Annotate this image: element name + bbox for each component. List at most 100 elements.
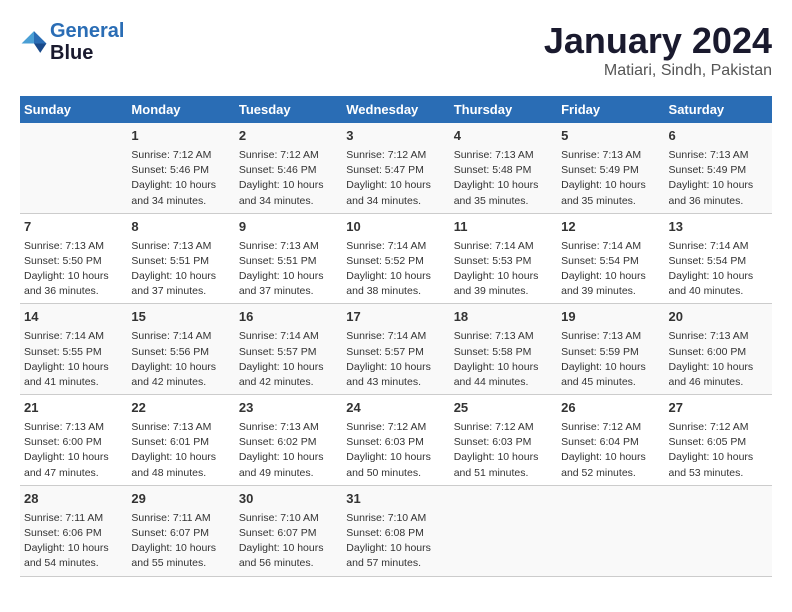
day-info: Sunrise: 7:13 AM xyxy=(239,420,338,435)
day-info: Sunset: 5:50 PM xyxy=(24,254,123,269)
day-info: Daylight: 10 hours xyxy=(24,541,123,556)
day-cell: 3Sunrise: 7:12 AMSunset: 5:47 PMDaylight… xyxy=(342,123,449,213)
day-info: Daylight: 10 hours xyxy=(131,450,230,465)
day-info: Sunset: 6:03 PM xyxy=(346,435,445,450)
day-cell: 26Sunrise: 7:12 AMSunset: 6:04 PMDayligh… xyxy=(557,395,664,486)
day-info: Sunset: 5:47 PM xyxy=(346,163,445,178)
day-number: 22 xyxy=(131,399,230,418)
day-info: Sunrise: 7:12 AM xyxy=(346,420,445,435)
day-cell: 19Sunrise: 7:13 AMSunset: 5:59 PMDayligh… xyxy=(557,304,664,395)
day-info: Sunrise: 7:11 AM xyxy=(131,511,230,526)
day-number: 18 xyxy=(454,308,553,327)
day-number: 25 xyxy=(454,399,553,418)
day-info: Sunrise: 7:14 AM xyxy=(346,329,445,344)
day-cell: 7Sunrise: 7:13 AMSunset: 5:50 PMDaylight… xyxy=(20,213,127,304)
logo-icon xyxy=(20,28,48,56)
day-number: 21 xyxy=(24,399,123,418)
day-number: 17 xyxy=(346,308,445,327)
day-info: Sunrise: 7:10 AM xyxy=(239,511,338,526)
day-info: Daylight: 10 hours xyxy=(346,541,445,556)
day-info: Sunrise: 7:11 AM xyxy=(24,511,123,526)
day-info: Daylight: 10 hours xyxy=(239,360,338,375)
day-info: and 48 minutes. xyxy=(131,466,230,481)
header-friday: Friday xyxy=(557,96,664,123)
day-info: Sunrise: 7:12 AM xyxy=(239,148,338,163)
day-number: 14 xyxy=(24,308,123,327)
day-cell: 4Sunrise: 7:13 AMSunset: 5:48 PMDaylight… xyxy=(450,123,557,213)
day-info: Sunset: 5:59 PM xyxy=(561,345,660,360)
day-cell: 12Sunrise: 7:14 AMSunset: 5:54 PMDayligh… xyxy=(557,213,664,304)
day-info: Sunrise: 7:13 AM xyxy=(131,420,230,435)
day-cell: 15Sunrise: 7:14 AMSunset: 5:56 PMDayligh… xyxy=(127,304,234,395)
day-info: and 36 minutes. xyxy=(24,284,123,299)
day-cell: 23Sunrise: 7:13 AMSunset: 6:02 PMDayligh… xyxy=(235,395,342,486)
day-cell: 25Sunrise: 7:12 AMSunset: 6:03 PMDayligh… xyxy=(450,395,557,486)
day-info: and 47 minutes. xyxy=(24,466,123,481)
day-info: Sunrise: 7:13 AM xyxy=(131,239,230,254)
day-info: Sunset: 5:57 PM xyxy=(239,345,338,360)
day-info: and 36 minutes. xyxy=(669,194,768,209)
day-info: Sunrise: 7:13 AM xyxy=(561,148,660,163)
day-info: Sunrise: 7:13 AM xyxy=(561,329,660,344)
day-info: Daylight: 10 hours xyxy=(669,178,768,193)
day-cell: 11Sunrise: 7:14 AMSunset: 5:53 PMDayligh… xyxy=(450,213,557,304)
day-number: 1 xyxy=(131,127,230,146)
day-info: Sunrise: 7:12 AM xyxy=(131,148,230,163)
day-number: 16 xyxy=(239,308,338,327)
day-cell xyxy=(450,485,557,576)
day-info: Sunrise: 7:13 AM xyxy=(669,148,768,163)
day-info: Sunset: 5:55 PM xyxy=(24,345,123,360)
day-cell xyxy=(20,123,127,213)
day-cell: 29Sunrise: 7:11 AMSunset: 6:07 PMDayligh… xyxy=(127,485,234,576)
logo-blue: Blue xyxy=(50,42,93,64)
day-info: Sunrise: 7:13 AM xyxy=(669,329,768,344)
day-info: Daylight: 10 hours xyxy=(454,450,553,465)
day-info: Daylight: 10 hours xyxy=(346,360,445,375)
day-info: Sunset: 6:07 PM xyxy=(131,526,230,541)
day-info: Daylight: 10 hours xyxy=(561,269,660,284)
day-number: 29 xyxy=(131,490,230,509)
day-number: 8 xyxy=(131,218,230,237)
day-cell: 5Sunrise: 7:13 AMSunset: 5:49 PMDaylight… xyxy=(557,123,664,213)
day-info: and 37 minutes. xyxy=(131,284,230,299)
day-cell: 17Sunrise: 7:14 AMSunset: 5:57 PMDayligh… xyxy=(342,304,449,395)
day-cell: 24Sunrise: 7:12 AMSunset: 6:03 PMDayligh… xyxy=(342,395,449,486)
day-info: and 42 minutes. xyxy=(131,375,230,390)
day-info: Sunrise: 7:14 AM xyxy=(131,329,230,344)
day-info: Sunset: 6:06 PM xyxy=(24,526,123,541)
day-number: 7 xyxy=(24,218,123,237)
day-info: Sunrise: 7:14 AM xyxy=(669,239,768,254)
day-info: Sunset: 6:04 PM xyxy=(561,435,660,450)
location-subtitle: Matiari, Sindh, Pakistan xyxy=(544,62,772,80)
day-info: Daylight: 10 hours xyxy=(24,269,123,284)
day-info: Sunset: 5:46 PM xyxy=(131,163,230,178)
day-number: 11 xyxy=(454,218,553,237)
day-cell: 10Sunrise: 7:14 AMSunset: 5:52 PMDayligh… xyxy=(342,213,449,304)
day-info: Sunrise: 7:14 AM xyxy=(346,239,445,254)
day-number: 6 xyxy=(669,127,768,146)
logo: General Blue xyxy=(20,20,124,64)
day-info: Sunset: 5:46 PM xyxy=(239,163,338,178)
day-info: Sunrise: 7:14 AM xyxy=(561,239,660,254)
day-info: and 57 minutes. xyxy=(346,556,445,571)
day-info: Daylight: 10 hours xyxy=(346,450,445,465)
day-info: and 51 minutes. xyxy=(454,466,553,481)
calendar-table: SundayMondayTuesdayWednesdayThursdayFrid… xyxy=(20,96,772,577)
days-header-row: SundayMondayTuesdayWednesdayThursdayFrid… xyxy=(20,96,772,123)
day-number: 9 xyxy=(239,218,338,237)
day-info: Daylight: 10 hours xyxy=(669,360,768,375)
day-info: Sunrise: 7:10 AM xyxy=(346,511,445,526)
week-row-4: 21Sunrise: 7:13 AMSunset: 6:00 PMDayligh… xyxy=(20,395,772,486)
day-cell: 6Sunrise: 7:13 AMSunset: 5:49 PMDaylight… xyxy=(665,123,772,213)
day-info: Daylight: 10 hours xyxy=(239,541,338,556)
day-number: 12 xyxy=(561,218,660,237)
title-block: January 2024 Matiari, Sindh, Pakistan xyxy=(544,20,772,80)
day-info: and 34 minutes. xyxy=(131,194,230,209)
header-monday: Monday xyxy=(127,96,234,123)
day-info: Daylight: 10 hours xyxy=(454,269,553,284)
day-info: Sunset: 6:07 PM xyxy=(239,526,338,541)
day-info: Sunrise: 7:14 AM xyxy=(24,329,123,344)
day-info: Daylight: 10 hours xyxy=(239,450,338,465)
day-number: 10 xyxy=(346,218,445,237)
header-wednesday: Wednesday xyxy=(342,96,449,123)
